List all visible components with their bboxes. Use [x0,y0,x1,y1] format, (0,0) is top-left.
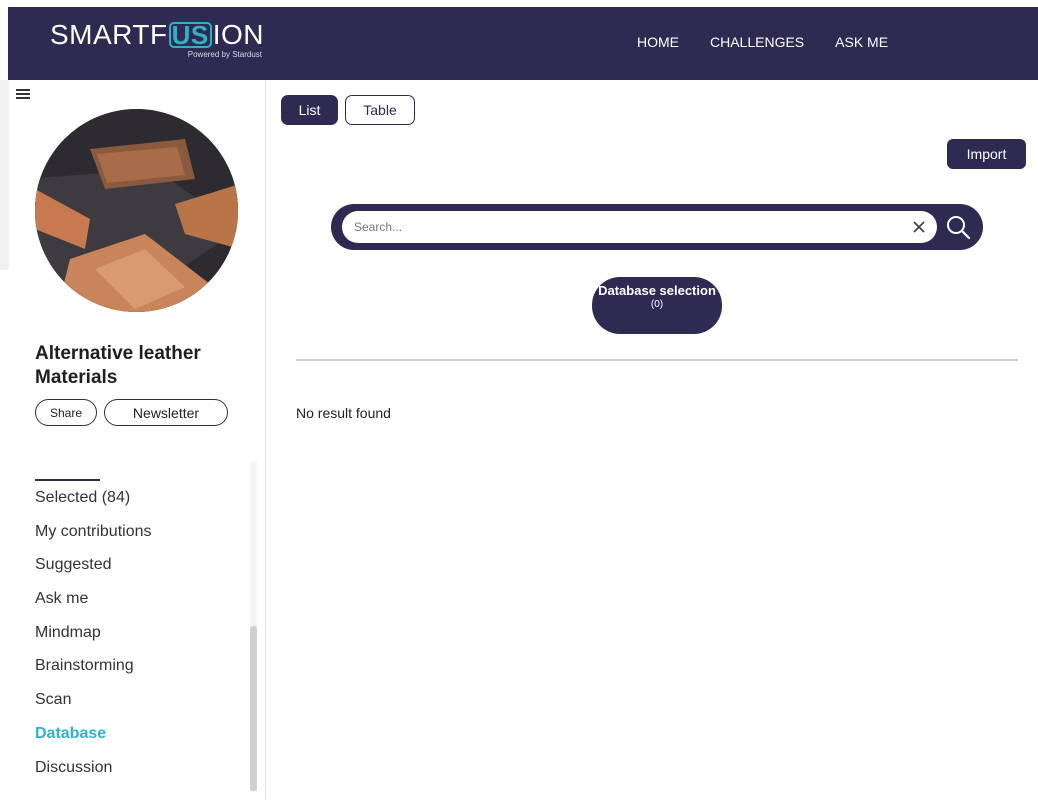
database-selection-count: (0) [650,299,664,310]
search-icon[interactable] [945,214,971,240]
import-button[interactable]: Import [947,139,1026,169]
no-result-message: No result found [296,405,391,421]
logo-highlight: US [168,22,212,48]
table-view-button[interactable]: Table [345,95,415,125]
main-nav: HOME CHALLENGES ASK ME [637,34,888,50]
sidebar-menu: Selected (84) My contributions Suggested… [35,488,152,791]
search-input-wrapper [342,211,937,243]
search-input[interactable] [354,211,894,243]
logo-suffix: ION [212,19,265,50]
sidebar-item-mindmap[interactable]: Mindmap [35,623,152,657]
sidebar-item-suggested[interactable]: Suggested [35,555,152,589]
nav-ask-me[interactable]: ASK ME [835,34,888,50]
nav-home[interactable]: HOME [637,34,679,50]
clear-icon[interactable] [911,219,927,235]
project-image [35,109,238,312]
content-divider [296,359,1018,361]
leather-samples-image [35,109,238,312]
nav-challenges[interactable]: CHALLENGES [710,34,804,50]
search-bar [331,204,983,250]
newsletter-button[interactable]: Newsletter [104,399,228,426]
top-header: SMARTF US ION Powered by Stardust HOME CHA… [8,7,1038,80]
sidebar: Alternative leather Materials Share News… [9,80,266,800]
share-button[interactable]: Share [35,399,97,426]
database-selection-label: Database selection [598,283,716,298]
sidebar-item-database[interactable]: Database [35,724,152,758]
sidebar-item-my-contributions[interactable]: My contributions [35,522,152,556]
sidebar-item-scan[interactable]: Scan [35,690,152,724]
sidebar-item-brainstorming[interactable]: Brainstorming [35,656,152,690]
logo-tagline: Powered by Stardust [187,50,263,59]
list-view-button[interactable]: List [281,95,338,125]
left-edge-shade [0,80,9,270]
project-title: Alternative leather Materials [35,343,201,388]
sidebar-item-ask-me[interactable]: Ask me [35,589,152,623]
hamburger-menu-icon[interactable] [16,89,30,99]
sidebar-item-discussion[interactable]: Discussion [35,758,152,792]
sidebar-scrollbar-thumb[interactable] [250,626,257,791]
database-selection-button[interactable]: Database selection (0) [592,277,722,334]
sidebar-item-selected[interactable]: Selected (84) [35,488,152,522]
logo-prefix: SMARTF [50,19,168,50]
smartfusion-logo[interactable]: SMARTF US ION Powered by Stardust [50,19,265,60]
menu-divider [35,479,100,481]
